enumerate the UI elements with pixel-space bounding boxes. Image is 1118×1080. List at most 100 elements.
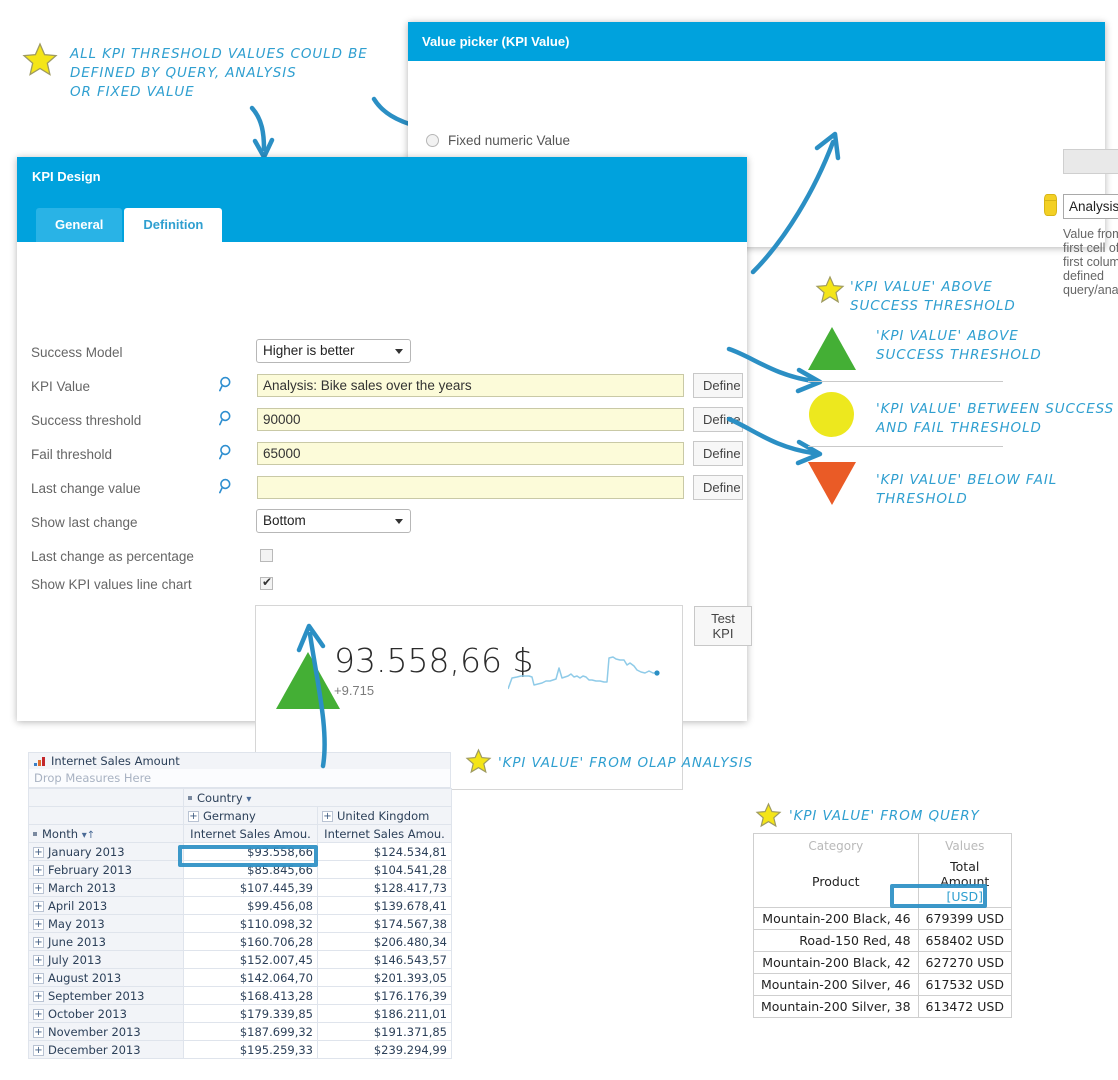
table-row[interactable]: + August 2013 $142.064,70 $201.393,05 (28, 968, 452, 987)
search-icon-last-change-value[interactable] (219, 478, 235, 494)
pivot-cell-germany: $99.456,08 (183, 896, 318, 915)
pivot-row-month[interactable]: + February 2013 (28, 860, 184, 879)
pivot-row-month[interactable]: + January 2013 (28, 842, 184, 861)
pivot-row-month[interactable]: + June 2013 (28, 932, 184, 951)
expand-icon-row[interactable]: + (33, 954, 44, 966)
pivot-blank-cell-2 (28, 806, 184, 825)
pivot-row-month[interactable]: + October 2013 (28, 1004, 184, 1023)
expand-icon-row[interactable]: + (33, 900, 44, 912)
legend-divider-2 (808, 446, 1003, 447)
pivot-cell-germany: $195.259,33 (183, 1040, 318, 1059)
pivot-row-month[interactable]: + August 2013 (28, 968, 184, 987)
expand-icon-row[interactable]: + (33, 1026, 44, 1038)
pivot-table: Country ▾ + Germany + United Kingdom Month ▾↑… (28, 788, 452, 1059)
success-model-select[interactable]: Higher is better (256, 339, 411, 363)
table-row[interactable]: + January 2013 $93.558,66 $124.534,81 (28, 842, 452, 861)
last-change-value-input[interactable] (257, 476, 684, 499)
table-row[interactable]: Mountain-200 Silver, 46 617532 USD (753, 972, 1012, 996)
pivot-month-dimension[interactable]: Month ▾↑ (28, 824, 184, 843)
query-cell-product: Mountain-200 Black, 42 (753, 950, 919, 974)
query-cell-amount: 679399 USD (917, 906, 1012, 930)
expand-icon[interactable]: + (322, 810, 333, 822)
expand-icon-row[interactable]: + (33, 1008, 44, 1020)
pivot-cell-uk: $176.176,39 (317, 986, 452, 1005)
pivot-row-month[interactable]: + April 2013 (28, 896, 184, 915)
annotation-olap: 'KPI Value' from OLAP analysis (498, 755, 754, 771)
pivot-cell-germany: $93.558,66 (183, 842, 318, 861)
define-button-success-threshold[interactable]: Define (693, 407, 743, 432)
query-cell-amount: 617532 USD (917, 972, 1012, 996)
expand-icon-row[interactable]: + (33, 936, 44, 948)
table-row[interactable]: Mountain-200 Black, 42 627270 USD (753, 950, 1012, 974)
search-icon-success-threshold[interactable] (219, 410, 235, 426)
expand-icon-row[interactable]: + (33, 972, 44, 984)
search-icon-fail-threshold[interactable] (219, 444, 235, 460)
pivot-country-row: + Germany + United Kingdom (28, 806, 452, 825)
table-row[interactable]: Mountain-200 Black, 46 679399 USD (753, 906, 1012, 930)
kpi-design-header: KPI Design General Definition (17, 157, 747, 242)
fixed-numeric-value-input[interactable] (1063, 149, 1118, 174)
expand-icon-row[interactable]: + (33, 882, 44, 894)
table-row[interactable]: + September 2013 $168.413,28 $176.176,39 (28, 986, 452, 1005)
pivot-cell-germany: $110.098,32 (183, 914, 318, 933)
table-row[interactable]: + April 2013 $99.456,08 $139.678,41 (28, 896, 452, 915)
pivot-measure-0: Internet Sales Amou. (183, 824, 318, 843)
pivot-cell-uk: $139.678,41 (317, 896, 452, 915)
table-row[interactable]: + December 2013 $195.259,33 $239.294,99 (28, 1040, 452, 1059)
show-kpi-values-line-chart-checkbox[interactable] (260, 575, 273, 590)
radio-fixed-numeric-value-input[interactable] (426, 134, 439, 147)
table-row[interactable]: + November 2013 $187.699,32 $191.371,85 (28, 1022, 452, 1041)
pivot-drop-measures[interactable]: Drop Measures Here (28, 769, 451, 788)
arrow-down-to-kpi-design (249, 105, 275, 160)
annotation-query: 'KPI Value' from query (789, 808, 980, 824)
show-last-change-select[interactable]: Bottom (256, 509, 411, 533)
query-cell-product: Mountain-200 Black, 46 (753, 906, 919, 930)
define-button-kpi-value[interactable]: Define (693, 373, 743, 398)
pivot-country-0[interactable]: + Germany (183, 806, 318, 825)
search-icon-kpi-value[interactable] (219, 376, 235, 392)
expand-icon-row[interactable]: + (33, 1044, 44, 1056)
table-row[interactable]: + March 2013 $107.445,39 $128.417,73 (28, 878, 452, 897)
define-button-fail-threshold[interactable]: Define (693, 441, 743, 466)
table-row[interactable]: Road-150 Red, 48 658402 USD (753, 928, 1012, 952)
table-row[interactable]: + February 2013 $85.845,66 $104.541,28 (28, 860, 452, 879)
fail-threshold-input[interactable]: 65000 (257, 442, 684, 465)
kpi-sparkline-chart (508, 656, 660, 690)
table-row[interactable]: + June 2013 $160.706,28 $206.480,34 (28, 932, 452, 951)
expand-icon-row[interactable]: + (33, 918, 44, 930)
star-icon-query (755, 802, 782, 828)
expand-icon[interactable]: + (188, 810, 199, 822)
pivot-row-month[interactable]: + May 2013 (28, 914, 184, 933)
pivot-country-dimension[interactable]: Country ▾ (183, 788, 452, 807)
tab-general[interactable]: General (36, 208, 123, 242)
radio-fixed-numeric-value[interactable]: Fixed numeric Value (426, 133, 570, 148)
kpi-preview-change: +9.715 (334, 683, 375, 698)
expand-icon-row[interactable]: + (33, 864, 44, 876)
table-row[interactable]: Mountain-200 Silver, 38 613472 USD (753, 994, 1012, 1018)
pivot-cell-uk: $186.211,01 (317, 1004, 452, 1023)
pivot-dimension-row: Country ▾ (28, 788, 452, 807)
pivot-row-month[interactable]: + November 2013 (28, 1022, 184, 1041)
kpi-value-input[interactable]: Analysis: Bike sales over the years (257, 374, 684, 397)
tab-definition[interactable]: Definition (124, 208, 223, 242)
query-cell-amount: 658402 USD (917, 928, 1012, 952)
pivot-cell-germany: $179.339,85 (183, 1004, 318, 1023)
table-row[interactable]: + July 2013 $152.007,45 $146.543,57 (28, 950, 452, 969)
pivot-row-month[interactable]: + December 2013 (28, 1040, 184, 1059)
pivot-cell-germany: $85.845,66 (183, 860, 318, 879)
pivot-country-1[interactable]: + United Kingdom (317, 806, 452, 825)
chevron-down-icon-country[interactable]: ▾ (246, 794, 251, 805)
sort-icon-month[interactable]: ▾↑ (82, 830, 95, 841)
expand-icon-row[interactable]: + (33, 846, 44, 858)
success-threshold-input[interactable]: 90000 (257, 408, 684, 431)
pivot-row-month[interactable]: + March 2013 (28, 878, 184, 897)
last-change-as-percentage-checkbox[interactable] (260, 549, 273, 562)
query-analysis-input[interactable]: Analysis: Bike sales over the years (1063, 194, 1118, 219)
pivot-row-month[interactable]: + July 2013 (28, 950, 184, 969)
define-button-last-change-value[interactable]: Define (693, 475, 743, 500)
pivot-row-month[interactable]: + September 2013 (28, 986, 184, 1005)
table-row[interactable]: + May 2013 $110.098,32 $174.567,38 (28, 914, 452, 933)
expand-icon-row[interactable]: + (33, 990, 44, 1002)
table-row[interactable]: + October 2013 $179.339,85 $186.211,01 (28, 1004, 452, 1023)
test-kpi-button[interactable]: Test KPI (694, 606, 752, 646)
